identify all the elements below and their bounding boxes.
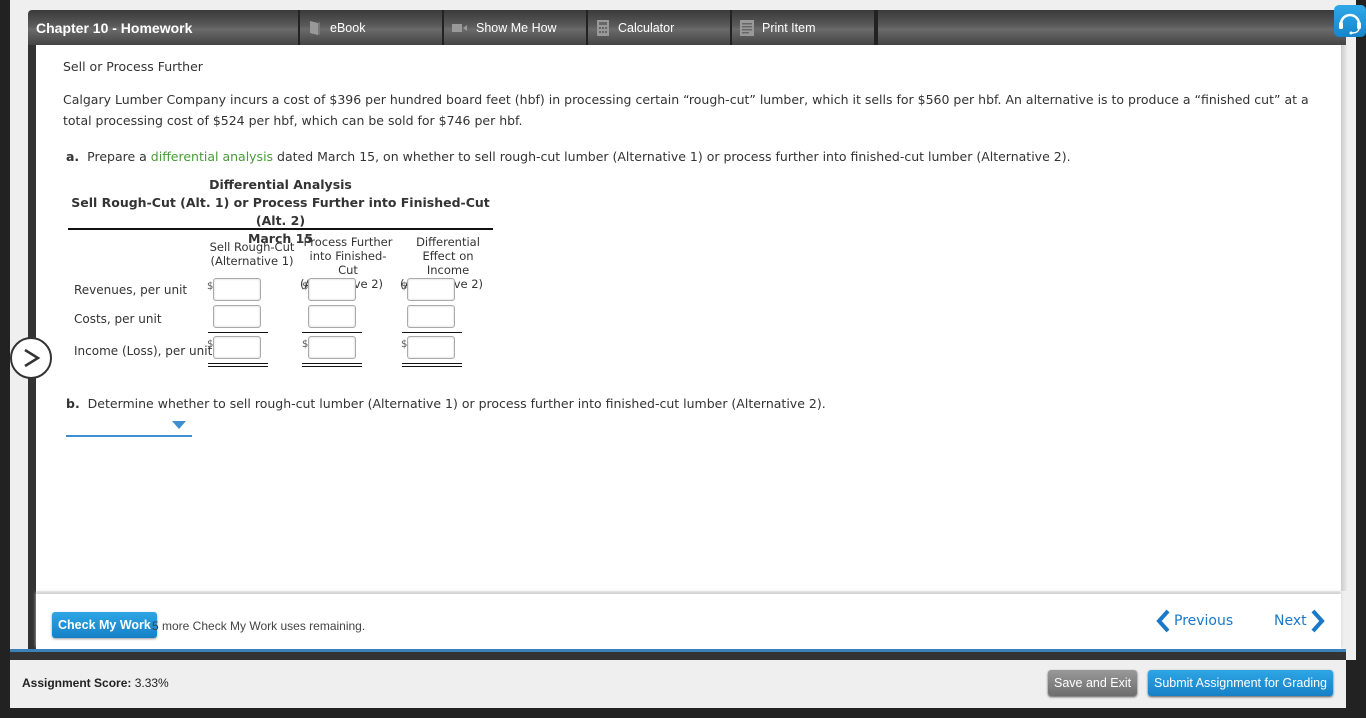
- question-panel: Sell or Process Further Calgary Lumber C…: [36, 45, 1341, 591]
- video-icon: [452, 23, 467, 32]
- column-header-line: Effect on Income: [422, 249, 474, 277]
- part-b-instruction: b. Determine whether to sell rough-cut l…: [66, 396, 826, 411]
- chevron-right-icon: [24, 348, 41, 368]
- income-alt1-input[interactable]: [213, 336, 261, 359]
- dropdown-arrow-icon: [172, 421, 186, 429]
- total-double-rule: [208, 363, 268, 367]
- toolbar: Chapter 10 - Homework eBook Show Me How …: [28, 10, 1346, 45]
- chevron-right-icon: [1311, 609, 1325, 633]
- costs-alt2-cell: [302, 305, 362, 329]
- revenues-diff-input[interactable]: [407, 278, 455, 301]
- income-alt2-input[interactable]: [308, 336, 356, 359]
- costs-alt2-input[interactable]: [308, 305, 356, 328]
- differential-analysis-link[interactable]: differential analysis: [151, 149, 273, 164]
- tab-ebook[interactable]: eBook: [298, 10, 442, 45]
- tab-show-me-how[interactable]: Show Me How: [442, 10, 586, 45]
- headset-icon: [1339, 13, 1361, 35]
- part-a-instruction: a. Prepare a differential analysis dated…: [66, 149, 1071, 164]
- heading-rule: [68, 228, 493, 230]
- expand-panel-button[interactable]: [10, 337, 52, 379]
- footer-divider: [10, 652, 1346, 660]
- support-button[interactable]: [1334, 5, 1366, 37]
- income-alt2-cell: $: [302, 336, 362, 360]
- column-header-line: Process Further: [303, 235, 393, 249]
- next-button[interactable]: Next: [1274, 609, 1325, 633]
- costs-diff-cell: [401, 305, 461, 329]
- column-header-alt1: Sell Rough-Cut (Alternative 1): [206, 240, 298, 268]
- income-diff-input[interactable]: [407, 336, 455, 359]
- previous-label: Previous: [1174, 613, 1234, 629]
- chevron-left-icon: [1156, 609, 1170, 633]
- question-footer: Check My Work 5 more Check My Work uses …: [36, 594, 1341, 649]
- analysis-subtitle: Sell Rough-Cut (Alt. 1) or Process Furth…: [71, 195, 490, 228]
- total-double-rule: [402, 363, 462, 367]
- tab-label: eBook: [330, 20, 366, 35]
- revenues-alt1-cell: $: [207, 278, 267, 302]
- subtotal-rule: [208, 332, 268, 333]
- window-edge-left: [0, 0, 10, 718]
- costs-alt1-input[interactable]: [213, 305, 261, 328]
- assignment-score: Assignment Score: 3.33%: [22, 676, 169, 690]
- tab-label: Print Item: [762, 20, 816, 35]
- score-label: Assignment Score:: [22, 676, 132, 690]
- total-double-rule: [302, 363, 362, 367]
- tab-calculator[interactable]: Calculator: [586, 10, 730, 45]
- score-value: 3.33%: [134, 676, 169, 690]
- submit-assignment-button[interactable]: Submit Assignment for Grading: [1148, 670, 1333, 696]
- column-header-line: Differential: [416, 235, 480, 249]
- question-title: Sell or Process Further: [63, 59, 203, 74]
- panel-edge: [1341, 45, 1347, 591]
- revenues-alt2-cell: $: [302, 278, 362, 302]
- save-and-exit-button[interactable]: Save and Exit: [1048, 670, 1138, 696]
- costs-diff-input[interactable]: [407, 305, 455, 328]
- revenues-alt1-input[interactable]: [213, 278, 261, 301]
- analysis-title: Differential Analysis: [209, 177, 352, 192]
- print-icon: [740, 19, 754, 36]
- previous-button[interactable]: Previous: [1156, 609, 1233, 633]
- revenues-alt2-input[interactable]: [308, 278, 356, 301]
- tab-label: Show Me How: [476, 20, 557, 35]
- column-header-line: into Finished-Cut: [309, 249, 387, 277]
- income-alt1-cell: $: [207, 336, 267, 360]
- part-a-label: a.: [66, 149, 80, 164]
- part-a-post: dated March 15, on whether to sell rough…: [273, 149, 1071, 164]
- decision-dropdown[interactable]: [66, 420, 192, 437]
- book-icon: [310, 20, 320, 35]
- subtotal-rule: [302, 332, 362, 333]
- part-b-text: Determine whether to sell rough-cut lumb…: [87, 396, 826, 411]
- income-diff-cell: $: [401, 336, 461, 360]
- calculator-icon: [597, 19, 609, 36]
- row-label-costs: Costs, per unit: [74, 312, 162, 326]
- question-body: Calgary Lumber Company incurs a cost of …: [63, 92, 1309, 128]
- check-my-work-button[interactable]: Check My Work: [52, 612, 157, 638]
- check-uses-remaining: 5 more Check My Work uses remaining.: [152, 619, 366, 633]
- column-header-line: Sell Rough-Cut: [209, 240, 295, 254]
- part-b-label: b.: [66, 396, 80, 411]
- row-label-revenues: Revenues, per unit: [74, 283, 188, 297]
- column-header-line: (Alternative 1): [210, 254, 294, 268]
- revenues-diff-cell: $: [401, 278, 461, 302]
- tab-print-item[interactable]: Print Item: [730, 10, 874, 45]
- tab-divider: [874, 10, 878, 45]
- assignment-title: Chapter 10 - Homework: [36, 19, 193, 36]
- tab-label: Calculator: [618, 20, 675, 35]
- next-label: Next: [1274, 613, 1307, 629]
- part-a-pre: Prepare a: [87, 149, 151, 164]
- costs-alt1-cell: [207, 305, 267, 329]
- row-label-income: Income (Loss), per unit: [74, 344, 213, 358]
- assignment-footer: Assignment Score: 3.33% Save and Exit Su…: [10, 660, 1346, 708]
- subtotal-rule: [402, 332, 462, 333]
